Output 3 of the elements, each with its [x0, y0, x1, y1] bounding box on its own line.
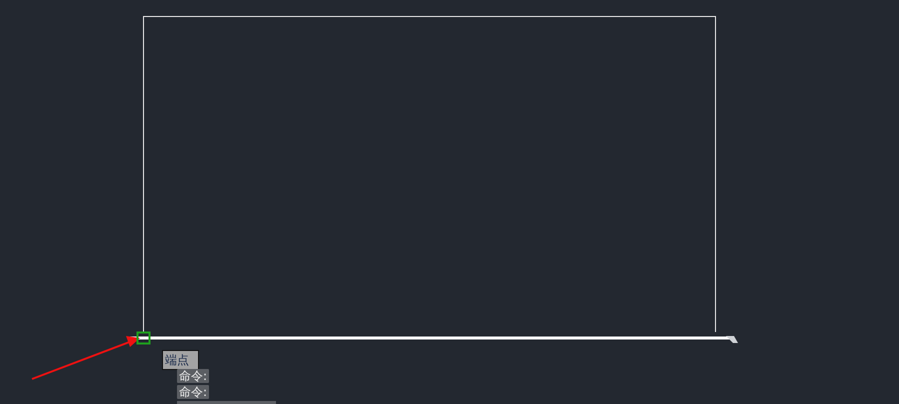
snap-tooltip: 端点 [162, 350, 199, 370]
arrow-icon [32, 336, 140, 380]
endpoint-snap-marker [136, 332, 150, 344]
